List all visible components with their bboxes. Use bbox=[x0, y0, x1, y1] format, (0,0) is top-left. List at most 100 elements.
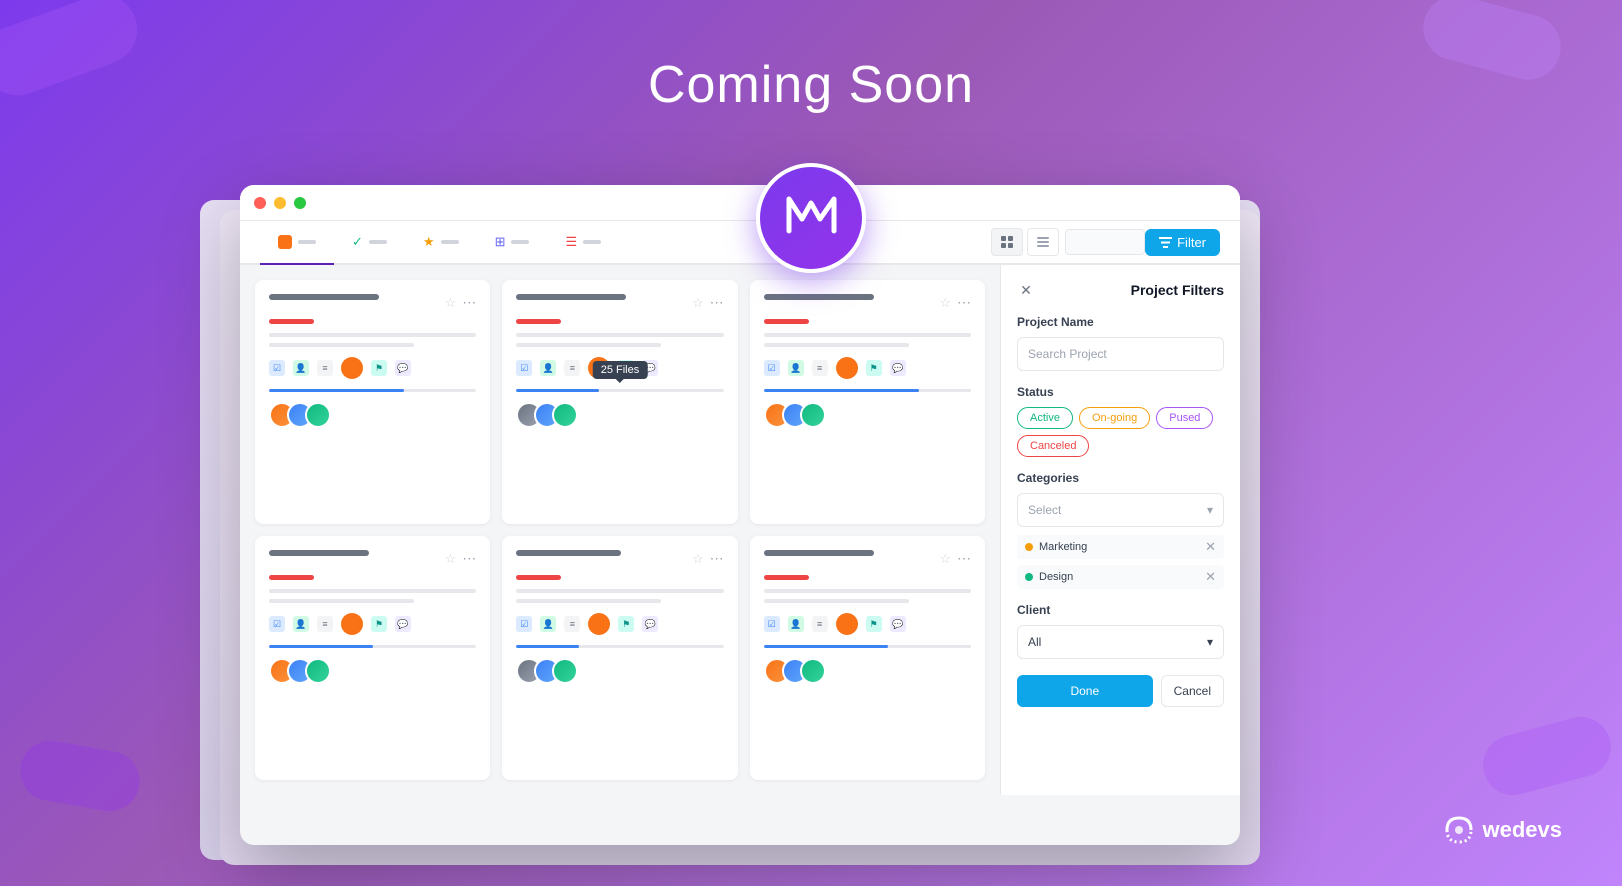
maximize-window-button[interactable] bbox=[294, 197, 306, 209]
tab-item-5[interactable]: ☰ bbox=[547, 221, 619, 263]
status-tags: Active On-going Pused Canceled bbox=[1017, 407, 1224, 457]
progress-fill-1 bbox=[269, 389, 404, 392]
remove-design-button[interactable]: ✕ bbox=[1205, 569, 1216, 585]
card-menu-3[interactable]: ⋯ bbox=[957, 294, 971, 311]
card-icon-tasks-5[interactable]: ☑ bbox=[516, 616, 532, 632]
card-icon-tasks-6[interactable]: ☑ bbox=[764, 616, 780, 632]
card-menu-1[interactable]: ⋯ bbox=[462, 294, 476, 311]
filter-close-button[interactable]: ✕ bbox=[1017, 281, 1035, 299]
card-menu-5[interactable]: ⋯ bbox=[710, 550, 724, 567]
minimize-window-button[interactable] bbox=[274, 197, 286, 209]
project-card-5: ☆ ⋯ ☑ 👤 ≡ ⚑ 💬 bbox=[502, 536, 737, 780]
progress-fill-4 bbox=[269, 645, 373, 648]
card-icon-flag-5[interactable]: ⚑ bbox=[618, 616, 634, 632]
card-header-2: ☆ ⋯ bbox=[516, 294, 723, 311]
card-icon-members-6[interactable]: 👤 bbox=[788, 616, 804, 632]
tab-bar: ✓ ★ ⊞ ☰ bbox=[240, 221, 1240, 265]
card-star-5[interactable]: ☆ bbox=[692, 551, 704, 567]
card-icon-video-3[interactable] bbox=[836, 357, 858, 379]
cat-left-marketing: Marketing bbox=[1025, 541, 1087, 553]
card-icon-list-1[interactable]: ≡ bbox=[317, 360, 333, 376]
card-star-2[interactable]: ☆ bbox=[692, 295, 704, 311]
card-icon-list-6[interactable]: ≡ bbox=[812, 616, 828, 632]
card-star-1[interactable]: ☆ bbox=[445, 295, 457, 311]
card-progress-2 bbox=[516, 389, 723, 392]
card-desc-1 bbox=[269, 333, 476, 337]
card-icon-members-2[interactable]: 👤 bbox=[540, 360, 556, 376]
filter-button[interactable]: Filter bbox=[1145, 229, 1220, 256]
card-avatars-1 bbox=[269, 402, 476, 428]
status-tag-canceled[interactable]: Canceled bbox=[1017, 435, 1089, 457]
status-label: Status bbox=[1017, 385, 1224, 399]
marketing-dot bbox=[1025, 543, 1033, 551]
card-icon-video-5[interactable] bbox=[588, 613, 610, 635]
category-tag-marketing: Marketing ✕ bbox=[1017, 535, 1224, 559]
card-icon-flag-1[interactable]: ⚑ bbox=[371, 360, 387, 376]
card-menu-4[interactable]: ⋯ bbox=[462, 550, 476, 567]
card-icon-members-4[interactable]: 👤 bbox=[293, 616, 309, 632]
card-icons-3: ☑ 👤 ≡ ⚑ 💬 bbox=[764, 357, 971, 379]
card-icon-video-6[interactable] bbox=[836, 613, 858, 635]
card-icon-chat-6[interactable]: 💬 bbox=[890, 616, 906, 632]
cat-left-design: Design bbox=[1025, 571, 1073, 583]
card-icon-chat-3[interactable]: 💬 bbox=[890, 360, 906, 376]
card-icon-members-1[interactable]: 👤 bbox=[293, 360, 309, 376]
card-icon-list-4[interactable]: ≡ bbox=[317, 616, 333, 632]
tab-item-4[interactable]: ⊞ bbox=[477, 221, 548, 263]
card-star-4[interactable]: ☆ bbox=[445, 551, 457, 567]
card-icon-list-5[interactable]: ≡ bbox=[564, 616, 580, 632]
client-dropdown[interactable]: All ▾ bbox=[1017, 625, 1224, 659]
card-star-6[interactable]: ☆ bbox=[939, 551, 951, 567]
avatar-5-3 bbox=[552, 658, 578, 684]
status-tag-ongoing[interactable]: On-going bbox=[1079, 407, 1150, 429]
card-avatars-4 bbox=[269, 658, 476, 684]
wedevs-branding: wedevs bbox=[1443, 814, 1563, 846]
card-icon-chat-1[interactable]: 💬 bbox=[395, 360, 411, 376]
card-icon-tasks-4[interactable]: ☑ bbox=[269, 616, 285, 632]
progress-wrapper-2: 25 Files bbox=[516, 385, 723, 392]
card-icon-flag-4[interactable]: ⚑ bbox=[371, 616, 387, 632]
list-view-button[interactable] bbox=[1027, 228, 1059, 256]
remove-marketing-button[interactable]: ✕ bbox=[1205, 539, 1216, 555]
card-star-3[interactable]: ☆ bbox=[939, 295, 951, 311]
card-tag-4 bbox=[269, 575, 314, 580]
bg-blob-tr bbox=[1416, 0, 1568, 87]
tab-icon-star: ★ bbox=[423, 234, 435, 250]
done-button[interactable]: Done bbox=[1017, 675, 1153, 707]
avatar-1-3 bbox=[305, 402, 331, 428]
card-avatars-3 bbox=[764, 402, 971, 428]
card-icon-members-5[interactable]: 👤 bbox=[540, 616, 556, 632]
status-tag-active[interactable]: Active bbox=[1017, 407, 1073, 429]
card-icon-flag-6[interactable]: ⚑ bbox=[866, 616, 882, 632]
card-avatars-2 bbox=[516, 402, 723, 428]
card-icon-video-4[interactable] bbox=[341, 613, 363, 635]
card-icon-members-3[interactable]: 👤 bbox=[788, 360, 804, 376]
category-tags: Marketing ✕ Design ✕ bbox=[1017, 535, 1224, 589]
status-tag-paused[interactable]: Pused bbox=[1156, 407, 1213, 429]
card-icon-tasks-3[interactable]: ☑ bbox=[764, 360, 780, 376]
card-icon-chat-5[interactable]: 💬 bbox=[642, 616, 658, 632]
project-search-input[interactable] bbox=[1017, 337, 1224, 371]
tab-item-1[interactable] bbox=[260, 221, 334, 263]
cancel-button[interactable]: Cancel bbox=[1161, 675, 1224, 707]
card-icon-flag-3[interactable]: ⚑ bbox=[866, 360, 882, 376]
card-icon-tasks-2[interactable]: ☑ bbox=[516, 360, 532, 376]
chevron-down-icon-client: ▾ bbox=[1207, 635, 1213, 649]
filter-categories-section: Categories Select ▾ Marketing ✕ bbox=[1017, 471, 1224, 589]
grid-view-button[interactable] bbox=[991, 228, 1023, 256]
card-icon-list-2[interactable]: ≡ bbox=[564, 360, 580, 376]
tab-item-2[interactable]: ✓ bbox=[334, 221, 405, 263]
categories-dropdown[interactable]: Select ▾ bbox=[1017, 493, 1224, 527]
card-menu-2[interactable]: ⋯ bbox=[710, 294, 724, 311]
sort-dropdown[interactable] bbox=[1065, 229, 1145, 255]
tab-item-3[interactable]: ★ bbox=[405, 221, 477, 263]
progress-wrapper-1 bbox=[269, 385, 476, 392]
chevron-down-icon: ▾ bbox=[1207, 503, 1213, 517]
card-icon-video-1[interactable] bbox=[341, 357, 363, 379]
card-actions-4: ☆ ⋯ bbox=[445, 550, 477, 567]
card-icon-tasks-1[interactable]: ☑ bbox=[269, 360, 285, 376]
close-window-button[interactable] bbox=[254, 197, 266, 209]
card-menu-6[interactable]: ⋯ bbox=[957, 550, 971, 567]
card-icon-list-3[interactable]: ≡ bbox=[812, 360, 828, 376]
card-icon-chat-4[interactable]: 💬 bbox=[395, 616, 411, 632]
